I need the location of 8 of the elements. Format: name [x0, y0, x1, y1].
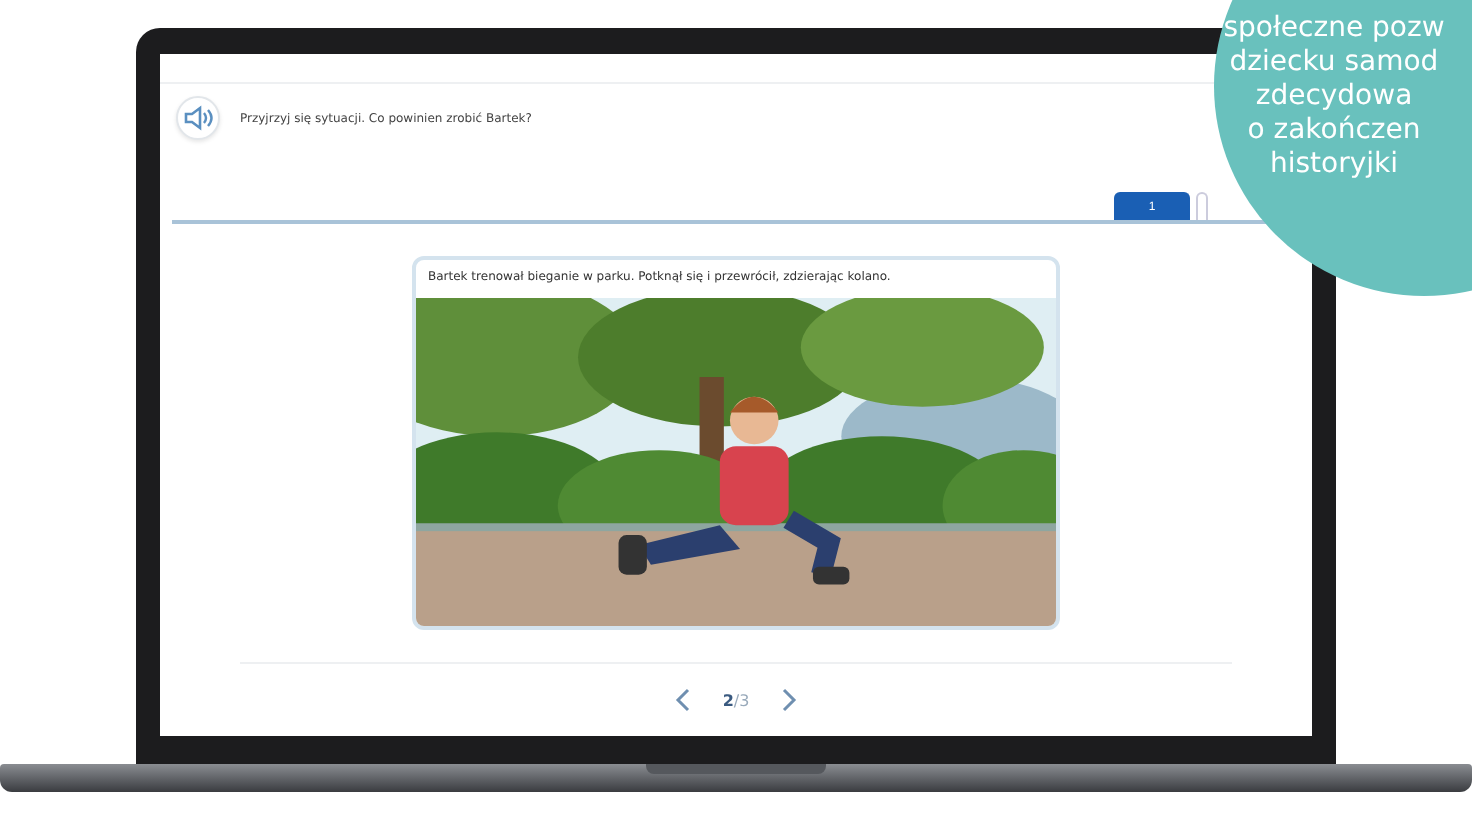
next-button[interactable]: [777, 684, 802, 716]
chevron-right-icon: [781, 688, 798, 712]
audio-button[interactable]: [176, 96, 220, 140]
promo-text: społeczne pozw dziecku samod zdecydowa o zakończen historyjki: [1221, 12, 1447, 182]
previous-button[interactable]: [670, 684, 695, 716]
page-indicator: 2/3: [722, 691, 750, 709]
speaker-icon: [182, 104, 214, 132]
chevron-left-icon: [674, 688, 691, 712]
